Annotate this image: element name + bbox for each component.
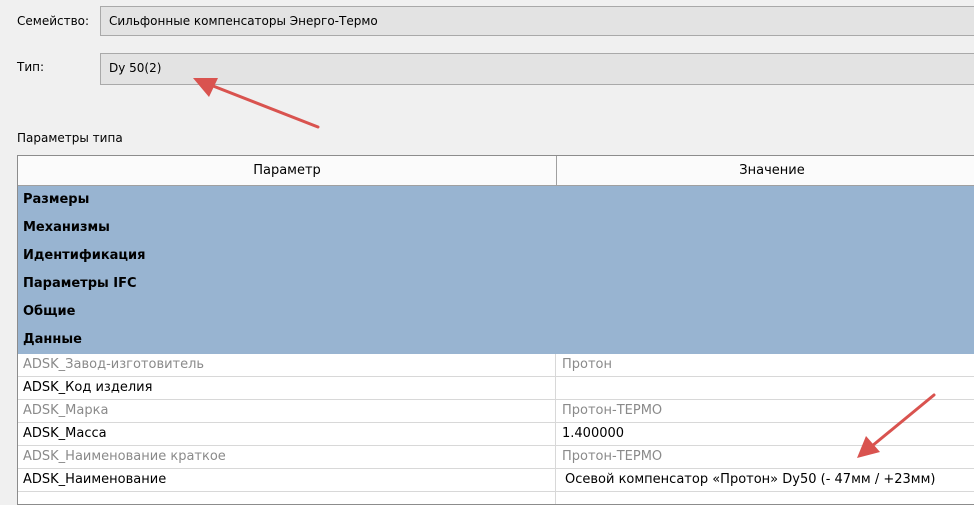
column-header-value[interactable]: Значение — [557, 156, 974, 185]
param-name — [18, 492, 556, 504]
param-name: ADSK_Код изделия — [18, 377, 556, 399]
group-dimensions[interactable]: Размеры — [18, 186, 974, 214]
table-row[interactable]: ADSK_Код изделия — [18, 377, 974, 400]
type-parameters-grid: Параметр Значение Размеры Механизмы Иден… — [17, 155, 974, 505]
param-value[interactable]: 1.400000 — [557, 423, 974, 445]
column-header-parameter[interactable]: Параметр — [18, 156, 557, 185]
param-name: ADSK_Марка — [18, 400, 556, 422]
table-row[interactable]: ADSK_Марка Протон-ТЕРМО — [18, 400, 974, 423]
group-data[interactable]: Данные — [18, 326, 974, 354]
grid-header: Параметр Значение — [18, 156, 974, 186]
param-value[interactable]: Протон-ТЕРМО — [557, 400, 974, 422]
family-label: Семейство: — [17, 14, 90, 28]
type-dropdown[interactable]: Dy 50(2) — [100, 53, 974, 85]
param-value[interactable] — [557, 492, 974, 504]
family-value: Сильфонные компенсаторы Энерго-Термо — [109, 14, 378, 28]
type-label: Тип: — [17, 60, 45, 74]
group-ifc-parameters[interactable]: Параметры IFC — [18, 270, 974, 298]
table-row[interactable] — [18, 492, 974, 504]
table-row[interactable]: ADSK_Наименование Осевой компенсатор «Пр… — [18, 469, 974, 492]
group-identification[interactable]: Идентификация — [18, 242, 974, 270]
table-row[interactable]: ADSK_Наименование краткое Протон-ТЕРМО — [18, 446, 974, 469]
group-mechanisms[interactable]: Механизмы — [18, 214, 974, 242]
table-row[interactable]: ADSK_Завод-изготовитель Протон — [18, 354, 974, 377]
param-value[interactable]: Осевой компенсатор «Протон» Dy50 (- 47мм… — [557, 469, 974, 491]
family-field[interactable]: Сильфонные компенсаторы Энерго-Термо — [100, 6, 974, 36]
param-name: ADSK_Масса — [18, 423, 556, 445]
type-value: Dy 50(2) — [109, 61, 162, 75]
param-value[interactable] — [557, 377, 974, 399]
param-value[interactable]: Протон-ТЕРМО — [557, 446, 974, 468]
param-name: ADSK_Завод-изготовитель — [18, 354, 556, 376]
arrow-to-type — [193, 78, 320, 129]
type-parameters-label: Параметры типа — [17, 131, 123, 145]
group-general[interactable]: Общие — [18, 298, 974, 326]
param-name: ADSK_Наименование — [18, 469, 556, 491]
param-name: ADSK_Наименование краткое — [18, 446, 556, 468]
param-value[interactable]: Протон — [557, 354, 974, 376]
table-row[interactable]: ADSK_Масса 1.400000 — [18, 423, 974, 446]
